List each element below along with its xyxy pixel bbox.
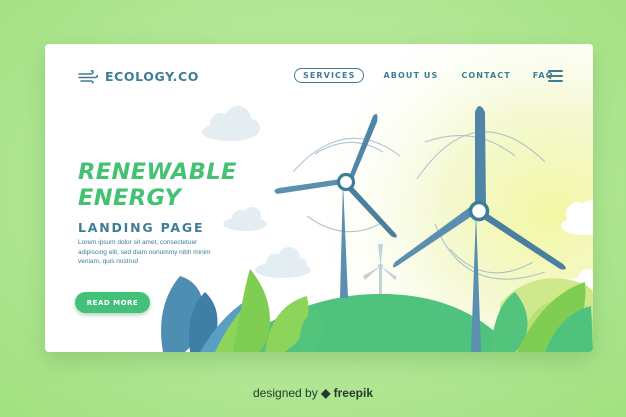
hamburger-menu-icon[interactable] [548, 70, 563, 82]
hero-description: Lorem ipsum dolor sit amet, consectetuer… [78, 238, 238, 267]
hero-title-line-2: ENERGY [78, 185, 182, 211]
hero-subtitle: LANDING PAGE [78, 220, 205, 235]
brand-name: ECOLOGY.CO [105, 69, 200, 84]
nav-about-us[interactable]: ABOUT US [383, 71, 438, 80]
hero-description-line: adipiscing elit, sed diam nonummy nibh m… [78, 248, 211, 256]
landing-page-card: ECOLOGY.CO SERVICES ABOUT US CONTACT FAQ… [45, 44, 593, 352]
hero-title: RENEWABLE ENERGY [78, 159, 237, 211]
credit-prefix: designed by [253, 386, 322, 400]
read-more-button[interactable]: READ MORE [75, 292, 150, 313]
wind-icon [78, 69, 98, 84]
attribution-credit[interactable]: designed by ◆ freepik [0, 386, 626, 400]
top-navigation: SERVICES ABOUT US CONTACT FAQ [294, 68, 554, 83]
freepik-icon: ◆ [321, 386, 331, 400]
hero-title-line-1: RENEWABLE [78, 159, 237, 185]
nav-services[interactable]: SERVICES [294, 68, 365, 83]
hero-description-line: veniam, quis nostrud [78, 258, 138, 265]
credit-brand: freepik [333, 386, 373, 400]
brand-logo[interactable]: ECOLOGY.CO [78, 69, 199, 84]
hero-description-line: Lorem ipsum dolor sit amet, consectetuer [78, 239, 198, 246]
cloud-icon [202, 106, 260, 141]
nav-contact[interactable]: CONTACT [461, 71, 510, 80]
